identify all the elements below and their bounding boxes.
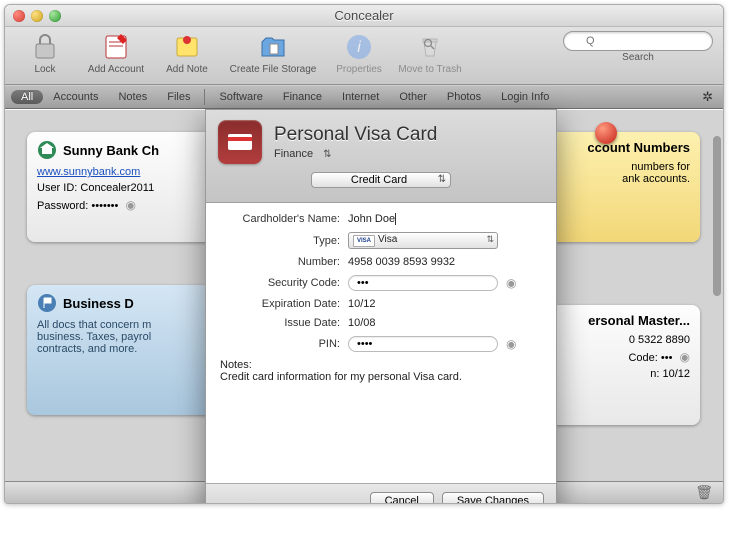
pin-field[interactable] [348, 336, 498, 352]
close-window-button[interactable] [13, 10, 25, 22]
cardholder-field[interactable]: John Doe [348, 213, 396, 225]
card-account-numbers[interactable]: ccount Numbers numbers for ank accounts. [535, 132, 700, 242]
card-title: ersonal Master... [545, 313, 690, 328]
window-title: Concealer [61, 8, 667, 23]
toolbar-label: Move to Trash [398, 64, 461, 75]
subtype-select[interactable]: Credit Card [311, 172, 451, 188]
pin-label: PIN: [220, 338, 348, 350]
bank-icon [37, 140, 57, 160]
search-label: Search [622, 52, 654, 63]
toolbar-label: Properties [336, 64, 382, 75]
notes-field[interactable]: Credit card information for my personal … [220, 371, 542, 383]
reveal-icon[interactable]: ◉ [680, 350, 690, 364]
add-note-button[interactable]: Add Note [157, 31, 217, 75]
card-title: Sunny Bank Ch [37, 140, 207, 160]
security-code-field[interactable] [348, 275, 498, 291]
number-field[interactable]: 4958 0039 8593 9932 [348, 256, 455, 268]
cardholder-label: Cardholder's Name: [220, 213, 348, 225]
filter-finance[interactable]: Finance [273, 91, 332, 103]
info-icon: i [343, 31, 375, 63]
category-select[interactable]: Finance ⇅ [274, 148, 437, 160]
scrollbar-thumb[interactable] [713, 136, 721, 296]
toolbar-label: Add Account [88, 64, 144, 75]
filter-software[interactable]: Software [209, 91, 272, 103]
filter-files[interactable]: Files [157, 91, 200, 103]
card-title: ccount Numbers [545, 140, 690, 155]
card-title: Business D [37, 293, 207, 313]
edit-card-sheet: Personal Visa Card Finance ⇅ Credit Card… [205, 109, 557, 504]
issue-date-label: Issue Date: [220, 317, 348, 329]
cancel-button[interactable]: Cancel [370, 492, 434, 504]
reveal-icon[interactable]: ◉ [506, 276, 516, 290]
sheet-header: Personal Visa Card Finance ⇅ Credit Card [206, 110, 556, 203]
number-label: Number: [220, 256, 348, 268]
svg-text:i: i [357, 39, 361, 56]
create-file-storage-button[interactable]: Create File Storage [223, 31, 323, 75]
filter-bar: All Accounts Notes Files Software Financ… [5, 85, 723, 109]
folder-flag-icon [37, 293, 57, 313]
card-business-docs[interactable]: Business D All docs that concern m busin… [27, 285, 217, 415]
settings-gear-icon[interactable]: ✲ [702, 89, 717, 105]
search-icon [423, 38, 435, 50]
window-controls [13, 10, 61, 22]
sticky-note-icon [171, 31, 203, 63]
card-sunny-bank[interactable]: Sunny Bank Ch www.sunnybank.com User ID:… [27, 132, 217, 242]
filter-all[interactable]: All [11, 90, 43, 104]
filter-accounts[interactable]: Accounts [43, 91, 108, 103]
toolbar-label: Lock [34, 64, 55, 75]
expiration-label: Expiration Date: [220, 298, 348, 310]
titlebar: Concealer [5, 5, 723, 27]
minimize-window-button[interactable] [31, 10, 43, 22]
sheet-footer: Cancel Save Changes [206, 483, 556, 504]
save-changes-button[interactable]: Save Changes [442, 492, 544, 504]
filter-login[interactable]: Login Info [491, 91, 559, 103]
file-storage-icon [257, 31, 289, 63]
lock-icon [29, 31, 61, 63]
add-account-button[interactable]: Add Account [81, 31, 151, 75]
search-input[interactable] [563, 31, 713, 51]
reveal-icon[interactable]: ◉ [506, 337, 516, 351]
pushpin-icon [595, 122, 617, 144]
filter-other[interactable]: Other [389, 91, 437, 103]
zoom-window-button[interactable] [49, 10, 61, 22]
card-personal-master[interactable]: ersonal Master... 0 5322 8890 Code: ••• … [535, 305, 700, 425]
search-group: Search [563, 31, 713, 63]
notes-label: Notes: [220, 359, 542, 371]
filter-separator [204, 89, 205, 105]
security-code-label: Security Code: [220, 277, 348, 289]
app-window: Concealer Lock Add Account Add Note [4, 4, 724, 504]
filter-notes[interactable]: Notes [108, 91, 157, 103]
chevron-updown-icon: ⇅ [323, 149, 331, 160]
type-label: Type: [220, 235, 348, 247]
issue-date-field[interactable]: 10/08 [348, 317, 376, 329]
sheet-body: Cardholder's Name: John Doe Type: VISAVi… [206, 203, 556, 483]
toolbar: Lock Add Account Add Note Create File St… [5, 27, 723, 85]
scrollbar-track[interactable] [713, 116, 721, 475]
trash-icon[interactable]: 🗑 [695, 484, 713, 501]
filter-photos[interactable]: Photos [437, 91, 491, 103]
expiration-field[interactable]: 10/12 [348, 298, 376, 310]
credit-card-icon [218, 120, 262, 164]
properties-button[interactable]: i Properties [329, 31, 389, 75]
notebook-icon [100, 31, 132, 63]
filter-internet[interactable]: Internet [332, 91, 389, 103]
sheet-title: Personal Visa Card [274, 124, 437, 146]
bank-url-link[interactable]: www.sunnybank.com [37, 166, 140, 178]
lock-button[interactable]: Lock [15, 31, 75, 75]
reveal-icon[interactable]: ◉ [125, 198, 135, 212]
toolbar-label: Create File Storage [230, 64, 317, 75]
toolbar-label: Add Note [166, 64, 208, 75]
type-select[interactable]: VISAVisa [348, 232, 498, 249]
